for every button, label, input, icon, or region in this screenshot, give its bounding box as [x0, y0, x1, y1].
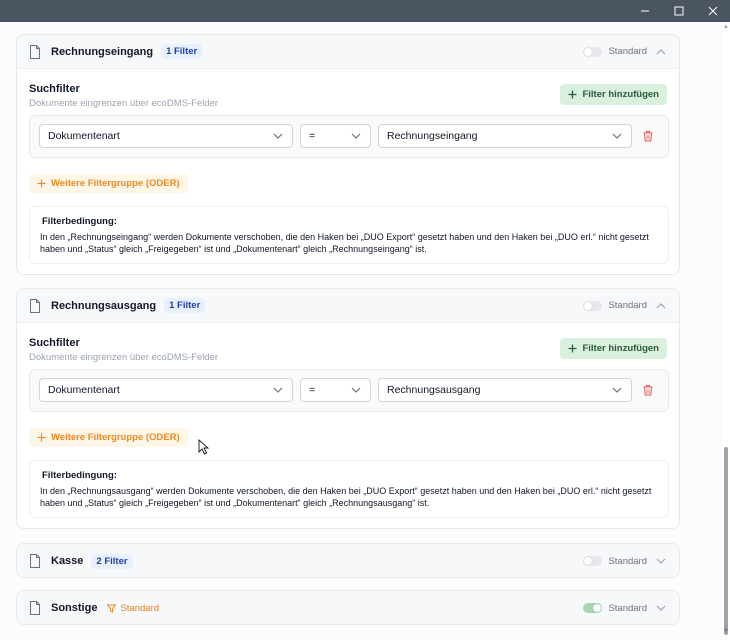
- filter-row: Dokumentenart = Rechnungsausgang: [29, 369, 669, 412]
- chevron-down-icon[interactable]: [655, 602, 667, 614]
- document-icon: [30, 554, 40, 568]
- minimize-button[interactable]: [628, 0, 662, 22]
- card-rechnungseingang: Rechnungseingang 1 Filter Standard Suchf…: [16, 34, 680, 275]
- operator-select-value: =: [309, 130, 316, 142]
- value-select[interactable]: Rechnungsausgang: [378, 378, 632, 402]
- mouse-cursor-icon: [198, 439, 210, 455]
- field-select-value: Dokumentenart: [48, 130, 120, 142]
- add-filter-button[interactable]: Filter hinzufügen: [560, 84, 667, 105]
- card-sonstige[interactable]: Sonstige Standard Standard: [16, 590, 680, 625]
- add-or-group-label: Weitere Filtergruppe (ODER): [51, 432, 180, 443]
- window-titlebar: [0, 0, 730, 22]
- card-rechnungsausgang: Rechnungsausgang 1 Filter Standard Suchf…: [16, 288, 680, 529]
- standard-toggle-label: Standard: [608, 555, 647, 567]
- filter-condition-box: Filterbedingung: In den „Rechnungsausgan…: [29, 460, 669, 518]
- card-title: Rechnungseingang: [51, 45, 154, 58]
- chevron-up-icon[interactable]: [655, 300, 667, 312]
- condition-text: In den „Rechnungsausgang“ werden Dokumen…: [40, 486, 652, 508]
- standard-toggle[interactable]: [583, 46, 603, 57]
- content-area: Rechnungseingang 1 Filter Standard Suchf…: [0, 22, 722, 640]
- standard-toggle[interactable]: [583, 556, 603, 566]
- standard-toggle[interactable]: [583, 603, 603, 613]
- filter-count-badge: 2 Filter: [91, 553, 133, 569]
- standard-toggle-label: Standard: [608, 300, 647, 311]
- trash-icon[interactable]: [642, 130, 654, 142]
- plus-icon: [568, 344, 577, 353]
- filter-condition-box: Filterbedingung: In den „Rechnungseingan…: [29, 206, 669, 264]
- add-or-group-button[interactable]: Weitere Filtergruppe (ODER): [29, 174, 188, 193]
- scroll-up-icon[interactable]: ▲: [723, 24, 729, 30]
- field-select[interactable]: Dokumentenart: [39, 378, 293, 402]
- value-select-value: Rechnungseingang: [387, 130, 478, 142]
- operator-select-value: =: [309, 384, 316, 396]
- standard-toggle-label: Standard: [608, 602, 647, 614]
- plus-icon: [568, 90, 577, 99]
- suchfilter-title: Suchfilter: [29, 83, 80, 95]
- add-filter-button[interactable]: Filter hinzufügen: [560, 338, 667, 359]
- chevron-down-icon: [350, 130, 362, 142]
- condition-title: Filterbedingung:: [42, 470, 117, 481]
- minimize-icon: [641, 10, 649, 12]
- document-icon: [30, 44, 40, 59]
- field-select-value: Dokumentenart: [48, 384, 120, 396]
- condition-text: In den „Rechnungseingang“ werden Dokumen…: [40, 232, 649, 254]
- field-select[interactable]: Dokumentenart: [39, 124, 293, 148]
- add-or-group-label: Weitere Filtergruppe (ODER): [51, 178, 180, 189]
- card-kasse[interactable]: Kasse 2 Filter Standard: [16, 543, 680, 578]
- plus-icon: [37, 433, 46, 442]
- scrollbar-thumb[interactable]: [724, 447, 728, 635]
- card-title: Rechnungsausgang: [51, 299, 157, 312]
- close-button[interactable]: [696, 0, 730, 22]
- standard-badge-label: Standard: [120, 602, 160, 614]
- suchfilter-subtitle: Dokumente eingrenzen über ecoDMS-Felder: [29, 98, 219, 109]
- document-icon: [30, 601, 40, 615]
- filter-row: Dokumentenart = Rechnungseingang: [29, 115, 669, 158]
- operator-select[interactable]: =: [300, 124, 371, 148]
- filter-count-badge: 1 Filter: [164, 298, 206, 313]
- add-filter-label: Filter hinzufügen: [582, 89, 659, 100]
- condition-title: Filterbedingung:: [42, 216, 117, 227]
- standard-badge: Standard: [107, 603, 159, 614]
- chevron-down-icon: [611, 384, 623, 396]
- card-header[interactable]: Rechnungsausgang 1 Filter Standard: [17, 289, 679, 323]
- maximize-button[interactable]: [662, 0, 696, 22]
- operator-select[interactable]: =: [300, 378, 371, 402]
- trash-icon[interactable]: [642, 384, 654, 396]
- plus-icon: [37, 179, 46, 188]
- document-icon: [30, 298, 40, 313]
- card-header[interactable]: Sonstige Standard Standard: [17, 591, 679, 624]
- scroll-down-icon[interactable]: ▼: [723, 628, 729, 634]
- suchfilter-title: Suchfilter: [29, 337, 80, 349]
- standard-toggle-label: Standard: [608, 46, 647, 57]
- chevron-down-icon: [272, 384, 284, 396]
- suchfilter-subtitle: Dokumente eingrenzen über ecoDMS-Felder: [29, 352, 219, 363]
- card-title: Sonstige: [51, 602, 98, 614]
- vertical-scrollbar[interactable]: ▲ ▼: [722, 22, 730, 640]
- close-icon: [708, 6, 718, 16]
- value-select[interactable]: Rechnungseingang: [378, 124, 632, 148]
- add-or-group-button[interactable]: Weitere Filtergruppe (ODER): [29, 428, 188, 447]
- chevron-down-icon[interactable]: [655, 555, 667, 567]
- value-select-value: Rechnungsausgang: [387, 384, 481, 396]
- card-body: Suchfilter Dokumente eingrenzen über eco…: [17, 323, 679, 518]
- chevron-up-icon[interactable]: [655, 46, 667, 58]
- chevron-down-icon: [611, 130, 623, 142]
- add-filter-label: Filter hinzufügen: [582, 343, 659, 354]
- maximize-icon: [674, 6, 684, 16]
- filter-count-badge: 1 Filter: [161, 44, 203, 59]
- chevron-down-icon: [272, 130, 284, 142]
- chevron-down-icon: [350, 384, 362, 396]
- card-title: Kasse: [51, 555, 84, 567]
- standard-toggle[interactable]: [583, 300, 603, 311]
- filter-funnel-icon: [107, 604, 117, 613]
- card-header[interactable]: Kasse 2 Filter Standard: [17, 544, 679, 577]
- card-header[interactable]: Rechnungseingang 1 Filter Standard: [17, 35, 679, 69]
- card-body: Suchfilter Dokumente eingrenzen über eco…: [17, 69, 679, 264]
